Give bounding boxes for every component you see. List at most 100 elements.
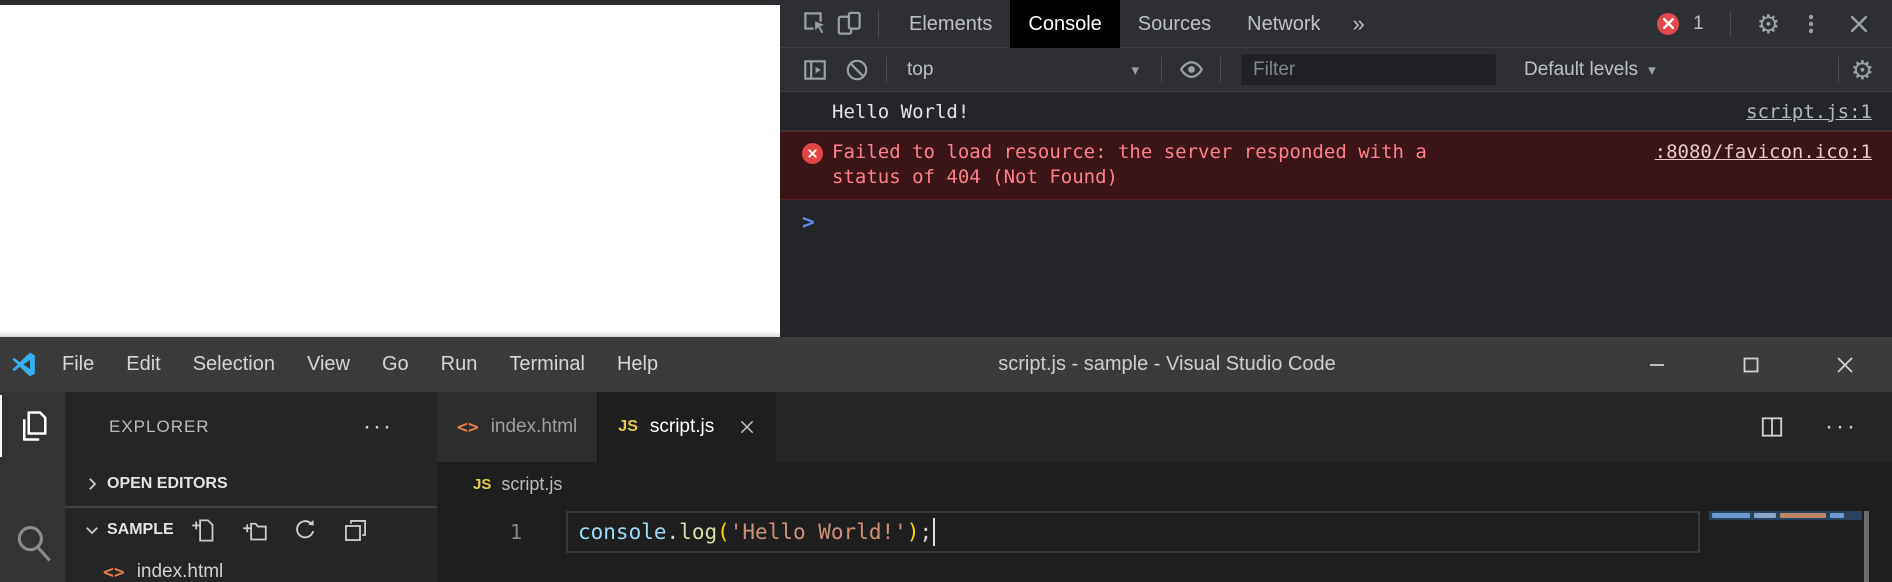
menu-terminal[interactable]: Terminal <box>493 353 601 376</box>
editor-more-actions-icon[interactable]: ··· <box>1825 413 1858 441</box>
close-window-button[interactable] <box>1798 337 1892 392</box>
devtools-tabbar: Elements Console Sources Network » 1 ⚙ <box>780 0 1892 48</box>
minimize-button[interactable] <box>1610 337 1704 392</box>
open-editors-section[interactable]: OPEN EDITORS <box>65 462 437 508</box>
current-line: console.log('Hello World!'); <box>566 511 1700 553</box>
chevron-down-icon: ▾ <box>1648 61 1656 79</box>
menu-go[interactable]: Go <box>366 353 425 376</box>
window-controls <box>1610 337 1892 392</box>
html-file-icon: <> <box>103 562 125 582</box>
menu-file[interactable]: File <box>46 353 110 376</box>
search-icon[interactable] <box>0 510 65 576</box>
console-log-text: Hello World! <box>832 101 969 123</box>
split-editor-icon[interactable] <box>1759 414 1785 440</box>
code-editor[interactable]: 1 console.log('Hello World!'); <box>437 506 1892 582</box>
folder-section-sample[interactable]: SAMPLE <box>65 508 437 552</box>
console-log-source-link[interactable]: script.js:1 <box>1746 101 1872 123</box>
vscode-logo-icon <box>0 337 46 392</box>
breadcrumb-file: script.js <box>501 474 562 495</box>
divider <box>878 11 879 37</box>
code-token-open-paren: ( <box>717 520 730 544</box>
device-toolbar-icon[interactable] <box>832 7 866 41</box>
console-toolbar: top ▾ Default levels ▾ ⚙ <box>780 48 1892 92</box>
explorer-more-actions-icon[interactable]: ··· <box>363 413 393 441</box>
close-tab-icon[interactable] <box>738 418 756 436</box>
text-cursor <box>933 518 935 546</box>
file-item-index-html[interactable]: <> index.html <box>65 552 437 582</box>
divider <box>1161 57 1162 83</box>
log-levels-value: Default levels <box>1524 59 1638 81</box>
chevron-down-icon: ▾ <box>1131 61 1139 79</box>
js-file-icon: JS <box>473 476 491 493</box>
explorer-sidebar: EXPLORER ··· OPEN EDITORS SAMPLE <box>65 392 437 582</box>
code-token-string: 'Hello World!' <box>730 520 907 544</box>
refresh-icon[interactable] <box>292 517 318 543</box>
devtools-panel: Elements Console Sources Network » 1 ⚙ <box>780 0 1892 337</box>
console-sidebar-icon[interactable] <box>798 53 832 87</box>
console-prompt[interactable]: > <box>780 200 1892 234</box>
menu-help[interactable]: Help <box>601 353 674 376</box>
divider <box>886 57 887 83</box>
code-token-object: console <box>578 520 667 544</box>
kebab-menu-icon[interactable] <box>1794 7 1828 41</box>
divider <box>1730 11 1731 37</box>
settings-gear-icon[interactable]: ⚙ <box>1757 11 1780 37</box>
vscode-workbench: EXPLORER ··· OPEN EDITORS SAMPLE <box>0 392 1892 582</box>
new-file-icon[interactable] <box>190 517 217 544</box>
file-item-label: index.html <box>137 561 224 582</box>
devtools-tabbar-right: 1 ⚙ <box>1657 7 1892 41</box>
console-settings-gear-icon[interactable]: ⚙ <box>1851 57 1874 83</box>
menu-edit[interactable]: Edit <box>110 353 176 376</box>
chevron-down-icon <box>77 521 107 539</box>
tab-network[interactable]: Network <box>1229 0 1338 48</box>
explorer-files-icon[interactable] <box>0 395 65 457</box>
menu-view[interactable]: View <box>291 353 366 376</box>
console-error-text: Failed to load resource: the server resp… <box>832 140 1427 190</box>
live-expression-eye-icon[interactable] <box>1174 53 1208 87</box>
js-file-icon: JS <box>618 418 638 436</box>
tab-label: script.js <box>650 416 714 438</box>
minimap[interactable] <box>1709 511 1862 520</box>
line-number: 1 <box>492 511 522 553</box>
folder-label: SAMPLE <box>107 521 174 539</box>
more-panels-icon[interactable]: » <box>1339 11 1379 37</box>
breadcrumb[interactable]: JS script.js <box>437 462 1892 506</box>
vscode-window: File Edit Selection View Go Run Terminal… <box>0 337 1892 582</box>
code-token-method: log <box>679 520 717 544</box>
console-log-row: Hello World! script.js:1 <box>780 93 1892 131</box>
log-levels-dropdown[interactable]: Default levels ▾ <box>1524 59 1656 81</box>
console-error-source-link[interactable]: :8080/favicon.ico:1 <box>1655 140 1872 165</box>
activity-bar <box>0 392 65 582</box>
error-badge-icon[interactable] <box>1657 13 1679 35</box>
context-selector[interactable]: top ▾ <box>899 59 1149 81</box>
screen: Elements Console Sources Network » 1 ⚙ <box>0 0 1892 582</box>
maximize-button[interactable] <box>1704 337 1798 392</box>
explorer-title: EXPLORER <box>109 417 210 437</box>
vscode-titlebar: File Edit Selection View Go Run Terminal… <box>0 337 1892 392</box>
clear-console-icon[interactable] <box>840 53 874 87</box>
menu-selection[interactable]: Selection <box>177 353 291 376</box>
code-token-semicolon: ; <box>919 520 932 544</box>
filter-input[interactable] <box>1241 54 1496 85</box>
close-devtools-icon[interactable] <box>1842 7 1876 41</box>
explorer-actions <box>190 517 369 544</box>
tab-script-js[interactable]: JS script.js <box>598 392 776 462</box>
console-messages: Hello World! script.js:1 Failed to load … <box>780 93 1892 337</box>
window-title: script.js - sample - Visual Studio Code <box>727 353 1607 376</box>
editor-scrollbar[interactable] <box>1864 511 1869 582</box>
tab-sources[interactable]: Sources <box>1120 0 1229 48</box>
tab-console[interactable]: Console <box>1010 0 1119 48</box>
new-folder-icon[interactable] <box>241 517 268 544</box>
editor-group: <> index.html JS script.js <box>437 392 1892 582</box>
collapse-folders-icon[interactable] <box>342 517 369 544</box>
menu-run[interactable]: Run <box>425 353 494 376</box>
divider <box>1838 57 1839 83</box>
tab-index-html[interactable]: <> index.html <box>437 392 598 462</box>
inspect-element-icon[interactable] <box>798 7 832 41</box>
context-selector-value: top <box>907 59 933 81</box>
editor-actions: ··· <box>1759 392 1892 462</box>
error-count: 1 <box>1693 13 1704 35</box>
code-token-dot: . <box>667 520 680 544</box>
tab-elements[interactable]: Elements <box>891 0 1010 48</box>
open-editors-label: OPEN EDITORS <box>107 475 228 493</box>
